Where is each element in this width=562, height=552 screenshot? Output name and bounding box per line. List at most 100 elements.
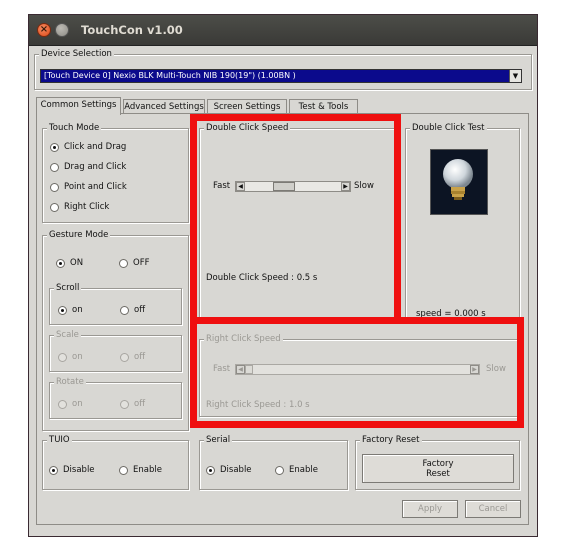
- radio-label: Enable: [289, 465, 318, 475]
- arrow-left-icon[interactable]: ◀: [236, 365, 245, 374]
- tab-label: Common Settings: [40, 100, 117, 110]
- radio-icon: [119, 258, 128, 268]
- double-click-speed-slider[interactable]: ◀ ▶: [235, 181, 351, 192]
- touch-mode-legend: Touch Mode: [47, 123, 102, 133]
- factory-reset-button[interactable]: Factory Reset: [362, 454, 514, 483]
- right-click-fast-label: Fast: [213, 364, 231, 374]
- cancel-button-label: Cancel: [478, 504, 508, 514]
- radio-label: ON: [70, 258, 84, 268]
- radio-icon: [120, 352, 129, 362]
- radio-label: off: [134, 352, 146, 362]
- title-bar[interactable]: × TouchCon v1.00: [29, 15, 537, 46]
- right-click-speed-value: Right Click Speed : 1.0 s: [206, 400, 310, 410]
- radio-scroll-on[interactable]: on: [58, 305, 83, 315]
- radio-gesture-on[interactable]: ON: [56, 258, 83, 268]
- radio-serial-enable[interactable]: Enable: [275, 465, 318, 475]
- light-bulb-graphic: [443, 159, 473, 200]
- serial-legend: Serial: [204, 435, 233, 445]
- right-click-slow-label: Slow: [486, 364, 506, 374]
- slider-thumb[interactable]: [245, 365, 253, 374]
- radio-scale-off[interactable]: off: [120, 352, 145, 362]
- radio-tuio-disable[interactable]: Disable: [49, 465, 95, 475]
- radio-rotate-off[interactable]: off: [120, 399, 145, 409]
- radio-selected-icon: [56, 258, 65, 268]
- radio-label: Disable: [220, 465, 252, 475]
- radio-selected-icon: [58, 305, 67, 315]
- double-click-fast-label: Fast: [213, 181, 231, 191]
- arrow-right-icon[interactable]: ▶: [470, 365, 479, 374]
- radio-point-and-click[interactable]: Point and Click: [50, 182, 127, 192]
- apply-button[interactable]: Apply: [402, 500, 458, 518]
- rotate-group: Rotate on off: [49, 377, 182, 419]
- tab-common-settings[interactable]: Common Settings: [36, 97, 121, 115]
- radio-gesture-off[interactable]: OFF: [119, 258, 149, 268]
- radio-selected-icon: [206, 465, 215, 475]
- radio-label: Drag and Click: [64, 162, 127, 172]
- gesture-mode-legend: Gesture Mode: [47, 230, 111, 240]
- double-click-test-speed: speed = 0.000 s: [416, 309, 486, 319]
- radio-rotate-on[interactable]: on: [58, 399, 83, 409]
- radio-icon: [50, 182, 59, 192]
- radio-scroll-off[interactable]: off: [120, 305, 145, 315]
- radio-scale-on[interactable]: on: [58, 352, 83, 362]
- radio-icon: [119, 465, 128, 475]
- double-click-speed-legend: Double Click Speed: [204, 123, 291, 133]
- scroll-legend: Scroll: [54, 283, 82, 293]
- device-select-value: [Touch Device 0] Nexio BLK Multi-Touch N…: [44, 71, 296, 80]
- tab-label: Screen Settings: [213, 102, 281, 112]
- double-click-test-group: Double Click Test speed = 0.000 s: [405, 123, 520, 322]
- radio-selected-icon: [50, 142, 59, 152]
- radio-selected-icon: [49, 465, 58, 475]
- radio-icon: [50, 202, 59, 212]
- radio-label: off: [134, 305, 146, 315]
- radio-label: Click and Drag: [64, 142, 127, 152]
- radio-label: on: [72, 305, 83, 315]
- chevron-down-icon[interactable]: ▼: [509, 70, 521, 82]
- radio-right-click[interactable]: Right Click: [50, 202, 109, 212]
- factory-reset-legend: Factory Reset: [360, 435, 422, 445]
- scale-legend: Scale: [54, 330, 81, 340]
- cancel-button[interactable]: Cancel: [465, 500, 521, 518]
- tab-screen-settings[interactable]: Screen Settings: [207, 99, 287, 114]
- window-title: TouchCon v1.00: [81, 23, 183, 37]
- radio-drag-and-click[interactable]: Drag and Click: [50, 162, 126, 172]
- apply-button-label: Apply: [418, 504, 442, 514]
- arrow-right-icon[interactable]: ▶: [341, 182, 350, 191]
- radio-serial-disable[interactable]: Disable: [206, 465, 252, 475]
- light-bulb-icon[interactable]: [430, 149, 488, 215]
- tuio-legend: TUIO: [47, 435, 72, 445]
- radio-tuio-enable[interactable]: Enable: [119, 465, 162, 475]
- scroll-group: Scroll on off: [49, 283, 182, 325]
- right-click-speed-group: Right Click Speed Fast ◀ ▶ Slow Right Cl…: [199, 334, 520, 417]
- serial-group: Serial Disable Enable: [199, 435, 348, 490]
- radio-icon: [120, 305, 129, 315]
- close-icon[interactable]: ×: [37, 23, 51, 37]
- device-selection-legend: Device Selection: [39, 49, 114, 59]
- tab-test-tools[interactable]: Test & Tools: [289, 99, 358, 114]
- radio-click-and-drag[interactable]: Click and Drag: [50, 142, 126, 152]
- radio-label: Disable: [63, 465, 95, 475]
- arrow-left-icon[interactable]: ◀: [236, 182, 245, 191]
- double-click-slow-label: Slow: [354, 181, 374, 191]
- rotate-legend: Rotate: [54, 377, 86, 387]
- slider-thumb[interactable]: [273, 182, 296, 191]
- radio-label: Right Click: [64, 202, 110, 212]
- radio-label: Point and Click: [64, 182, 127, 192]
- radio-label: OFF: [133, 258, 150, 268]
- radio-icon: [58, 352, 67, 362]
- tab-advanced-settings[interactable]: Advanced Settings: [123, 99, 205, 114]
- tab-label: Test & Tools: [298, 102, 349, 112]
- minimize-icon[interactable]: [55, 23, 69, 37]
- app-window: × TouchCon v1.00 Device Selection [Touch…: [28, 14, 538, 537]
- scale-group: Scale on off: [49, 330, 182, 372]
- radio-icon: [275, 465, 284, 475]
- radio-icon: [58, 399, 67, 409]
- radio-label: off: [134, 399, 146, 409]
- right-click-speed-legend: Right Click Speed: [204, 334, 283, 344]
- radio-label: Enable: [133, 465, 162, 475]
- device-select-dropdown[interactable]: [Touch Device 0] Nexio BLK Multi-Touch N…: [40, 69, 522, 83]
- right-click-speed-slider[interactable]: ◀ ▶: [235, 364, 480, 375]
- touch-mode-group: Touch Mode Click and Drag Drag and Click…: [42, 123, 189, 223]
- double-click-speed-value: Double Click Speed : 0.5 s: [206, 273, 318, 283]
- double-click-speed-group: Double Click Speed Fast ◀ ▶ Slow Double …: [199, 123, 395, 322]
